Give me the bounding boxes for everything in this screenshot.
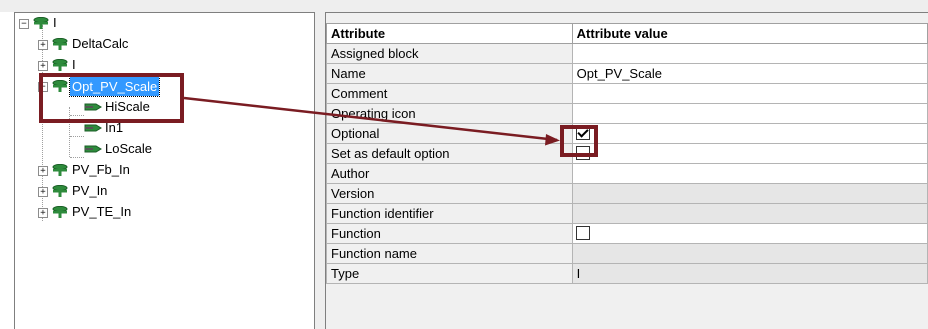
tree-item-label: PV_In — [72, 183, 108, 198]
tree-item-pv-fb-in[interactable]: + PV_Fb_In — [15, 160, 305, 181]
attribute-value-cell[interactable] — [571, 163, 928, 184]
table-row: Function identifier — [326, 203, 928, 224]
attribute-value-cell — [571, 143, 928, 164]
table-row: Function — [326, 223, 928, 244]
expand-icon[interactable]: + — [38, 61, 48, 71]
tree-highlight-box — [39, 73, 184, 123]
attribute-name: Operating icon — [326, 103, 573, 124]
attribute-value-cell — [571, 183, 928, 204]
table-row: Optional — [326, 123, 928, 144]
table-header-row: Attribute Attribute value — [326, 23, 928, 44]
attribute-name: Assigned block — [326, 43, 573, 64]
tree-item-label: PV_Fb_In — [72, 162, 130, 177]
table-row: Type I — [326, 263, 928, 284]
expand-icon[interactable]: + — [38, 166, 48, 176]
input-connector-icon — [84, 145, 102, 153]
attribute-value-cell[interactable] — [571, 103, 928, 124]
attribute-value-cell — [571, 243, 928, 264]
function-block-icon — [33, 17, 49, 29]
tree-item-loscale[interactable]: LoScale — [15, 139, 305, 160]
attribute-name: Function — [326, 223, 573, 244]
function-block-icon — [52, 164, 68, 176]
block-tree-panel[interactable]: − I + DeltaCalc + I − Opt_PV_Scale HiSca… — [14, 12, 315, 329]
attribute-name: Name — [326, 63, 573, 84]
top-strip — [0, 0, 928, 12]
column-header-value[interactable]: Attribute value — [571, 23, 928, 44]
table-row: Version — [326, 183, 928, 204]
function-block-icon — [52, 206, 68, 218]
tree-item-pv-te-in[interactable]: + PV_TE_In — [15, 202, 305, 223]
checkbox-highlight-box — [560, 125, 598, 157]
attribute-name: Author — [326, 163, 573, 184]
attribute-value-cell[interactable] — [571, 43, 928, 64]
attribute-value-cell — [571, 203, 928, 224]
table-row: Set as default option — [326, 143, 928, 164]
attribute-table-panel: Attribute Attribute value Assigned block… — [325, 12, 928, 329]
attribute-table: Attribute Attribute value Assigned block… — [326, 23, 928, 284]
panel-splitter[interactable] — [315, 12, 325, 329]
tree-item-deltacalc[interactable]: + DeltaCalc — [15, 34, 305, 55]
attribute-name: Optional — [326, 123, 573, 144]
function-block-icon — [52, 185, 68, 197]
attribute-name: Version — [326, 183, 573, 204]
attribute-value-cell: I — [571, 263, 928, 284]
attribute-name: Set as default option — [326, 143, 573, 164]
tree-item-label: I — [53, 15, 57, 30]
attribute-value-cell — [571, 123, 928, 144]
expand-icon[interactable]: + — [38, 208, 48, 218]
input-connector-icon — [84, 124, 102, 132]
attribute-value-cell[interactable] — [571, 83, 928, 104]
function-block-icon — [52, 59, 68, 71]
table-row: Operating icon — [326, 103, 928, 124]
expand-icon[interactable]: + — [38, 40, 48, 50]
attribute-value-cell — [571, 223, 928, 244]
tree-item-label: DeltaCalc — [72, 36, 129, 51]
attribute-name: Function identifier — [326, 203, 573, 224]
function-block-icon — [52, 38, 68, 50]
function-checkbox[interactable] — [575, 226, 590, 241]
tree-item-label: PV_TE_In — [72, 204, 132, 219]
table-row: Assigned block — [326, 43, 928, 64]
table-row: Comment — [326, 83, 928, 104]
table-row: Function name — [326, 243, 928, 264]
tree-item-label: I — [72, 57, 76, 72]
table-row: Name Opt_PV_Scale — [326, 63, 928, 84]
attribute-name: Comment — [326, 83, 573, 104]
table-row: Author — [326, 163, 928, 184]
attribute-name: Function name — [326, 243, 573, 264]
tree-item-root[interactable]: − I — [15, 13, 305, 34]
tree-item-pv-in[interactable]: + PV_In — [15, 181, 305, 202]
attribute-value-cell[interactable]: Opt_PV_Scale — [571, 63, 928, 84]
expand-icon[interactable]: + — [38, 187, 48, 197]
column-header-attribute[interactable]: Attribute — [326, 23, 573, 44]
collapse-icon[interactable]: − — [19, 19, 29, 29]
tree-item-label: LoScale — [105, 141, 152, 156]
attribute-name: Type — [326, 263, 573, 284]
